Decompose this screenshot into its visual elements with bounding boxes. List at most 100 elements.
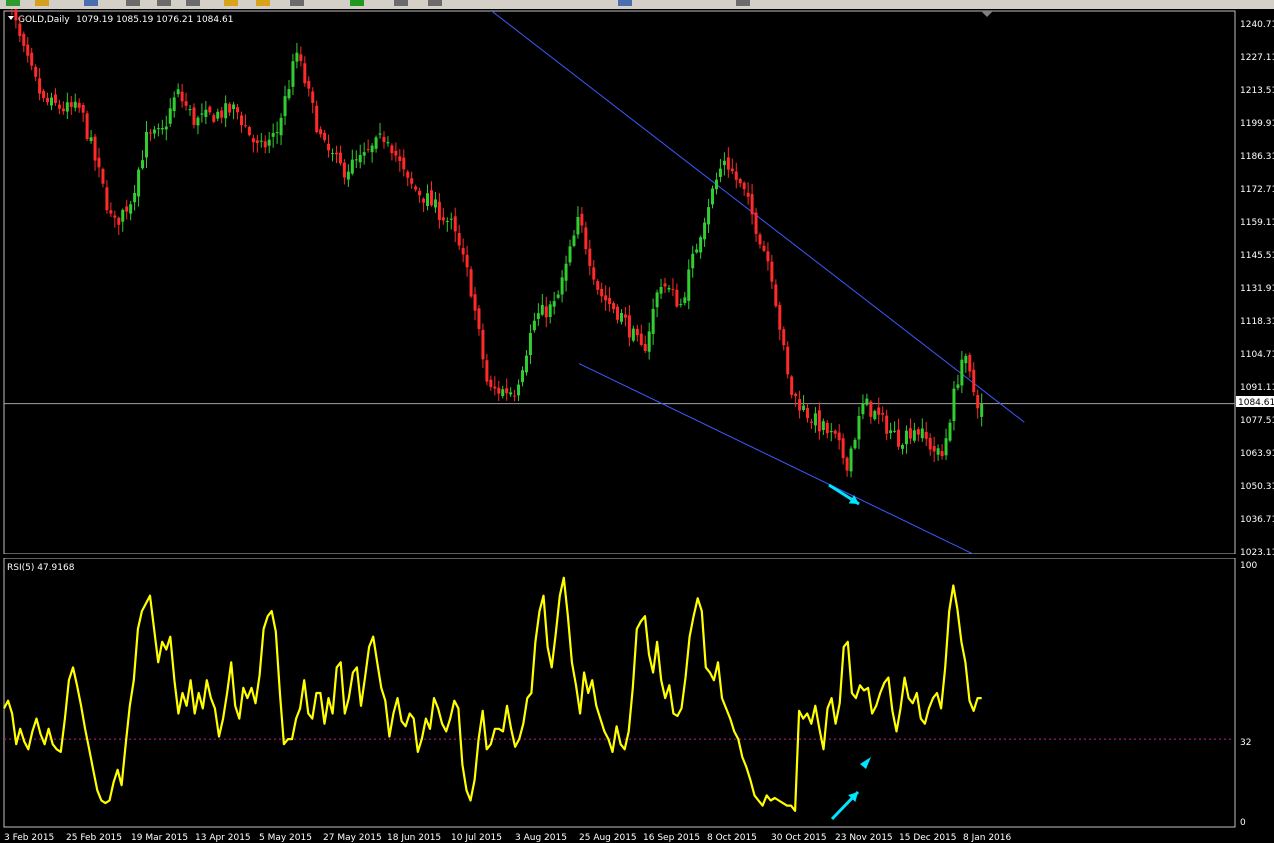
candle-body (81, 104, 85, 113)
candle-body (928, 437, 932, 450)
green-arrow-icon[interactable] (6, 0, 20, 6)
candle-body (699, 237, 703, 253)
candle-body (398, 156, 402, 162)
price-tick-label: 1213.51 (1240, 86, 1274, 96)
candle-body (532, 320, 536, 331)
candle-body (331, 153, 335, 155)
candle-body (770, 261, 774, 282)
chart-icon[interactable] (394, 0, 408, 6)
candle-body (750, 194, 754, 215)
candle-body (402, 157, 406, 170)
candle-body (42, 90, 46, 99)
candle-body (200, 113, 204, 115)
ohlc-label: 1079.19 1085.19 1076.21 1084.61 (76, 15, 233, 25)
candle-body (485, 360, 489, 382)
date-tick-label: 23 Nov 2015 (835, 833, 893, 843)
candle-body (619, 313, 623, 322)
chart-icon[interactable] (157, 0, 171, 6)
price-tick-label: 1023.11 (1240, 548, 1274, 558)
candle-body (714, 179, 718, 190)
chart-window[interactable]: GOLD,Daily 1079.19 1085.19 1076.21 1084.… (0, 9, 1274, 843)
candle-body (671, 289, 675, 291)
candle-body (46, 97, 50, 103)
candle-body (655, 292, 659, 308)
price-tick-label: 1050.31 (1240, 482, 1274, 492)
candle-body (192, 107, 196, 125)
candle-body (354, 159, 358, 161)
candle-body (592, 267, 596, 280)
window-icon[interactable] (84, 0, 98, 6)
candle-body (746, 192, 750, 197)
window-icon[interactable] (618, 0, 632, 6)
date-tick-label: 13 Apr 2015 (195, 833, 251, 843)
pencil-icon[interactable] (256, 0, 270, 6)
candle-body (65, 102, 69, 112)
pencil-icon[interactable] (224, 0, 238, 6)
candle-body (117, 217, 121, 225)
date-tick-label: 8 Oct 2015 (707, 833, 757, 843)
candle-body (49, 97, 53, 106)
candle-body (287, 89, 291, 99)
candle-body (635, 328, 639, 336)
candle-body (738, 178, 742, 184)
candle-body (964, 355, 968, 364)
chart-icon[interactable] (290, 0, 304, 6)
chart-menu-triangle-icon[interactable] (8, 16, 14, 20)
candle-body (61, 108, 65, 112)
candle-body (497, 387, 501, 394)
candle-body (572, 235, 576, 246)
candle-body (972, 369, 976, 393)
chart-canvas[interactable]: GOLD,Daily 1079.19 1085.19 1076.21 1084.… (0, 9, 1274, 843)
candle-body (489, 379, 493, 387)
candle-body (944, 438, 948, 456)
candle-body (89, 137, 93, 142)
candle-body (481, 329, 485, 360)
candle-body (782, 329, 786, 346)
date-axis[interactable]: 3 Feb 2015 25 Feb 2015 19 Mar 2015 13 Ap… (4, 833, 1011, 843)
candle-body (703, 222, 707, 240)
candle-body (164, 126, 168, 130)
candle-body (853, 439, 857, 449)
chart-icon[interactable] (428, 0, 442, 6)
candle-body (418, 190, 422, 196)
panel-separator[interactable] (0, 554, 1274, 558)
candle-body (683, 297, 687, 304)
candle-body (18, 23, 22, 37)
candle-body (445, 220, 449, 222)
candle-body (885, 415, 889, 434)
candle-body (873, 410, 877, 420)
channel-lower-line (578, 363, 974, 554)
candle-body (509, 392, 513, 395)
candle-body (307, 80, 311, 89)
candle-body (259, 140, 263, 142)
candle-body (366, 149, 370, 151)
candle-body (825, 422, 829, 434)
candle-body (93, 136, 97, 161)
candle-body (279, 117, 283, 136)
candle-body (643, 344, 647, 352)
price-tick-label: 1063.91 (1240, 449, 1274, 459)
candle-body (833, 430, 837, 434)
price-down-arrow-icon (828, 483, 860, 506)
plus-icon[interactable] (350, 0, 364, 6)
candle-body (299, 54, 303, 61)
candle-body (501, 389, 505, 397)
candle-body (236, 107, 240, 113)
chart-icon[interactable] (186, 0, 200, 6)
candle-body (505, 388, 509, 394)
candle-body (544, 306, 548, 318)
candle-body (457, 233, 461, 246)
candle-body (382, 136, 386, 143)
candle-body (806, 408, 810, 419)
candle-body (283, 96, 287, 117)
price-axis[interactable]: 1240.71 1227.11 1213.51 1199.91 1186.31 … (1240, 20, 1274, 558)
candle-body (69, 102, 73, 107)
candle-body (224, 103, 228, 119)
candle-body (901, 445, 905, 449)
chart-shift-marker[interactable] (981, 11, 993, 17)
candle-body (916, 429, 920, 435)
chart-icon[interactable] (126, 0, 140, 6)
chart-icon[interactable] (736, 0, 750, 6)
price-tick-label: 1227.11 (1240, 53, 1274, 63)
folder-icon[interactable] (35, 0, 49, 6)
